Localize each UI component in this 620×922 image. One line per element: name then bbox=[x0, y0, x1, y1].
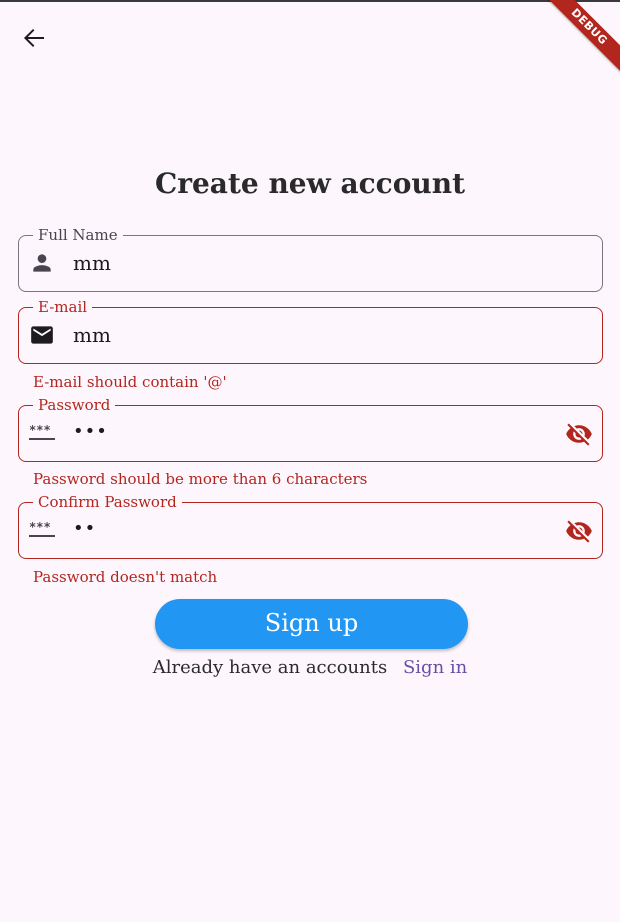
email-label: E-mail bbox=[33, 297, 93, 317]
arrow-back-icon bbox=[24, 29, 44, 47]
password-label: Password bbox=[33, 395, 116, 415]
debug-banner: DEBUG bbox=[540, 0, 620, 80]
debug-banner-label: DEBUG bbox=[540, 0, 620, 80]
full-name-field[interactable]: Full Name mm bbox=[18, 225, 603, 292]
email-field[interactable]: E-mail mm bbox=[18, 297, 603, 364]
top-border bbox=[0, 0, 620, 2]
visibility-off-icon[interactable] bbox=[564, 420, 594, 448]
visibility-off-icon[interactable] bbox=[564, 517, 594, 545]
have-account-text: Already have an accounts bbox=[152, 657, 388, 678]
full-name-label: Full Name bbox=[33, 225, 123, 245]
full-name-value: mm bbox=[73, 251, 111, 275]
person-icon bbox=[33, 254, 51, 272]
page-title: Create new account bbox=[154, 167, 466, 200]
email-error-text: E-mail should contain '@' bbox=[33, 373, 227, 391]
password-error-text: Password should be more than 6 character… bbox=[33, 470, 368, 488]
svg-text:***: *** bbox=[29, 423, 51, 437]
mail-icon bbox=[31, 326, 53, 344]
confirm-password-field[interactable]: Confirm Password *** •• bbox=[18, 492, 603, 559]
signin-link[interactable]: Sign in bbox=[403, 657, 467, 678]
confirm-password-value: •• bbox=[73, 518, 97, 539]
confirm-password-error-text: Password doesn't match bbox=[33, 568, 218, 586]
password-value: ••• bbox=[73, 421, 108, 442]
password-icon: *** bbox=[29, 520, 55, 537]
email-value: mm bbox=[73, 323, 111, 347]
confirm-password-label: Confirm Password bbox=[33, 492, 182, 512]
back-button[interactable] bbox=[18, 22, 50, 54]
signin-row: Already have an accounts Sign in bbox=[0, 656, 620, 680]
svg-text:***: *** bbox=[29, 520, 51, 534]
password-field[interactable]: Password *** ••• bbox=[18, 395, 603, 462]
signup-button[interactable]: Sign up bbox=[155, 599, 468, 649]
password-icon: *** bbox=[29, 423, 55, 440]
